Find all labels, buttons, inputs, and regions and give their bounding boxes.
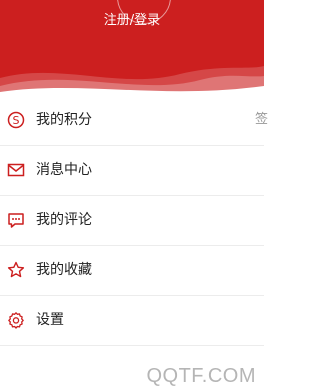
star-icon [7, 261, 25, 278]
menu-item-label: 消息中心 [36, 162, 92, 178]
svg-text:S: S [13, 114, 20, 127]
menu-item-label: 我的收藏 [36, 262, 92, 278]
menu-item-label: 我的评论 [36, 212, 92, 228]
sign-in-hint[interactable]: 签 [255, 111, 268, 129]
comment-icon [8, 213, 24, 228]
watermark: QQTF.COM [146, 365, 256, 387]
menu-item-points[interactable]: S 我的积分 签 [0, 96, 268, 146]
account-menu: S 我的积分 签 消息中心 我的评论 我的收藏 设置 [0, 96, 268, 346]
mail-icon [7, 163, 25, 177]
menu-item-label: 我的积分 [36, 112, 92, 128]
settings-icon [8, 312, 24, 329]
menu-item-comments[interactable]: 我的评论 [0, 196, 264, 246]
menu-item-messages[interactable]: 消息中心 [0, 146, 264, 196]
profile-header: 注册/登录 [0, 0, 264, 96]
menu-item-settings[interactable]: 设置 [0, 296, 264, 346]
menu-item-favorites[interactable]: 我的收藏 [0, 246, 264, 296]
header-wave-decoration [0, 66, 264, 96]
menu-item-label: 设置 [36, 312, 64, 328]
points-icon: S [7, 111, 25, 129]
login-register-link[interactable]: 注册/登录 [0, 9, 264, 28]
